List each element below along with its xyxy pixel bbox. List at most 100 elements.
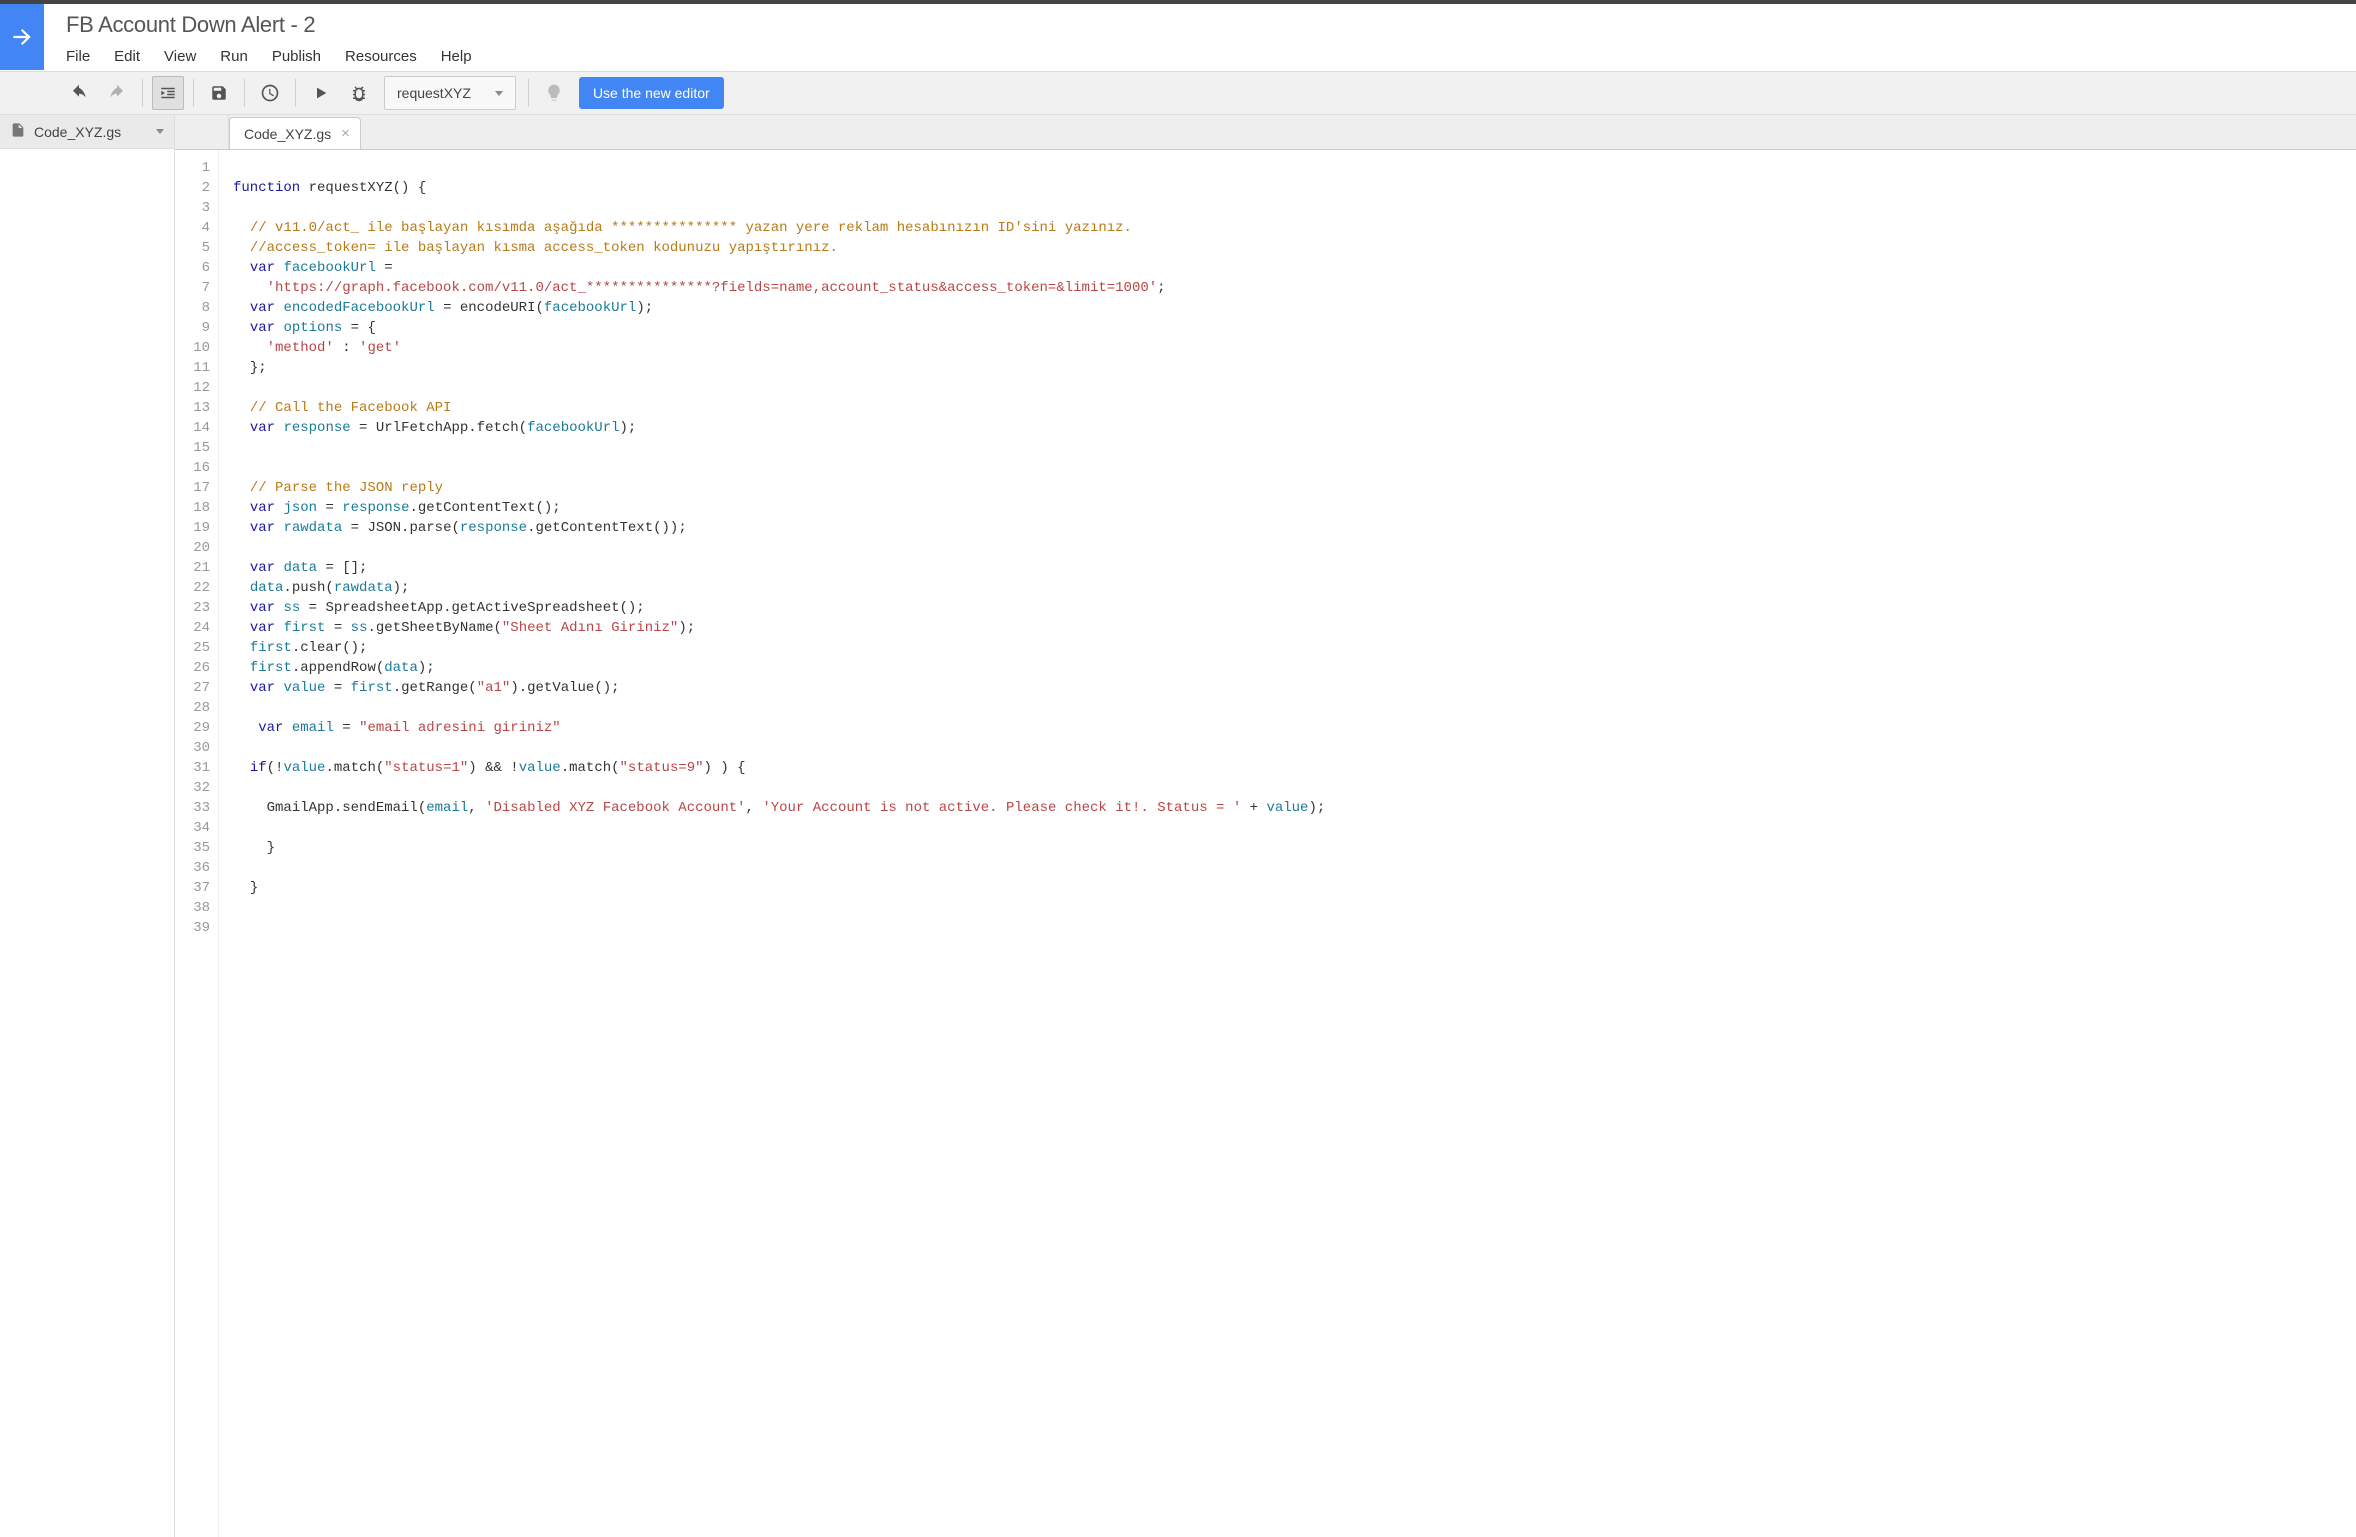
code-line[interactable]: }: [233, 838, 1325, 858]
code-line[interactable]: // Parse the JSON reply: [233, 478, 1325, 498]
code-line[interactable]: var rawdata = JSON.parse(response.getCon…: [233, 518, 1325, 538]
code-line[interactable]: };: [233, 358, 1325, 378]
code-line[interactable]: [233, 918, 1325, 938]
line-number: 31: [175, 758, 210, 778]
code-line[interactable]: 'https://graph.facebook.com/v11.0/act_**…: [233, 278, 1325, 298]
editor-tab[interactable]: Code_XYZ.gs ×: [229, 117, 361, 149]
close-icon[interactable]: ×: [341, 125, 350, 142]
code-line[interactable]: [233, 858, 1325, 878]
run-button[interactable]: [305, 76, 337, 110]
line-number: 18: [175, 498, 210, 518]
line-number: 15: [175, 438, 210, 458]
use-new-editor-button[interactable]: Use the new editor: [579, 77, 724, 109]
code-line[interactable]: [233, 458, 1325, 478]
header-content: FB Account Down Alert - 2 File Edit View…: [44, 4, 472, 71]
code-line[interactable]: var email = "email adresini giriniz": [233, 718, 1325, 738]
line-number: 7: [175, 278, 210, 298]
line-number: 2: [175, 178, 210, 198]
code-line[interactable]: [233, 898, 1325, 918]
indent-button[interactable]: [152, 76, 184, 110]
sidebar: Code_XYZ.gs: [0, 115, 175, 1537]
toolbar: requestXYZ Use the new editor: [0, 71, 2356, 115]
bulb-button[interactable]: [538, 76, 570, 110]
code-line[interactable]: first.appendRow(data);: [233, 658, 1325, 678]
code-line[interactable]: }: [233, 878, 1325, 898]
line-number: 22: [175, 578, 210, 598]
line-number: 16: [175, 458, 210, 478]
code-line[interactable]: [233, 198, 1325, 218]
code-line[interactable]: var value = first.getRange("a1").getValu…: [233, 678, 1325, 698]
play-icon: [313, 85, 329, 101]
menu-view[interactable]: View: [164, 48, 196, 65]
line-number: 28: [175, 698, 210, 718]
tab-bar: Code_XYZ.gs ×: [229, 115, 361, 149]
code-line[interactable]: var options = {: [233, 318, 1325, 338]
code-line[interactable]: var first = ss.getSheetByName("Sheet Adı…: [233, 618, 1325, 638]
chevron-down-icon[interactable]: [156, 129, 164, 134]
code-line[interactable]: var response = UrlFetchApp.fetch(faceboo…: [233, 418, 1325, 438]
code-line[interactable]: [233, 778, 1325, 798]
menu-publish[interactable]: Publish: [272, 48, 321, 65]
line-number: 10: [175, 338, 210, 358]
code-line[interactable]: [233, 158, 1325, 178]
main: Code_XYZ.gs Code_XYZ.gs × 12345678910111…: [0, 115, 2356, 1537]
line-number: 13: [175, 398, 210, 418]
line-number: 26: [175, 658, 210, 678]
chevron-down-icon: [495, 91, 503, 96]
code-line[interactable]: if(!value.match("status=1") && !value.ma…: [233, 758, 1325, 778]
menu-help[interactable]: Help: [441, 48, 472, 65]
code-line[interactable]: 'method' : 'get': [233, 338, 1325, 358]
code-line[interactable]: GmailApp.sendEmail(email, 'Disabled XYZ …: [233, 798, 1325, 818]
code-line[interactable]: [233, 438, 1325, 458]
code-line[interactable]: [233, 538, 1325, 558]
save-button[interactable]: [203, 76, 235, 110]
arrow-right-icon: [9, 24, 35, 50]
triggers-button[interactable]: [254, 76, 286, 110]
line-number: 37: [175, 878, 210, 898]
code-body[interactable]: function requestXYZ() { // v11.0/act_ il…: [219, 150, 1325, 1537]
code-line[interactable]: first.clear();: [233, 638, 1325, 658]
line-number: 34: [175, 818, 210, 838]
line-number: 3: [175, 198, 210, 218]
code-line[interactable]: var json = response.getContentText();: [233, 498, 1325, 518]
line-number: 38: [175, 898, 210, 918]
back-arrow-button[interactable]: [0, 4, 44, 70]
code-container[interactable]: 1234567891011121314151617181920212223242…: [175, 149, 2356, 1537]
bug-icon: [350, 84, 368, 102]
menu-edit[interactable]: Edit: [114, 48, 140, 65]
code-line[interactable]: // v11.0/act_ ile başlayan kısımda aşağı…: [233, 218, 1325, 238]
menu-run[interactable]: Run: [220, 48, 248, 65]
code-line[interactable]: var encodedFacebookUrl = encodeURI(faceb…: [233, 298, 1325, 318]
redo-button[interactable]: [101, 76, 133, 110]
line-number: 32: [175, 778, 210, 798]
sidebar-file-item[interactable]: Code_XYZ.gs: [0, 115, 174, 149]
function-select[interactable]: requestXYZ: [384, 76, 516, 110]
code-line[interactable]: var ss = SpreadsheetApp.getActiveSpreads…: [233, 598, 1325, 618]
code-line[interactable]: [233, 378, 1325, 398]
lightbulb-icon: [544, 83, 564, 103]
redo-icon: [108, 84, 126, 102]
code-line[interactable]: // Call the Facebook API: [233, 398, 1325, 418]
code-line[interactable]: [233, 818, 1325, 838]
menu-file[interactable]: File: [66, 48, 90, 65]
code-line[interactable]: [233, 698, 1325, 718]
line-number: 12: [175, 378, 210, 398]
line-number: 25: [175, 638, 210, 658]
line-number: 11: [175, 358, 210, 378]
undo-button[interactable]: [63, 76, 95, 110]
code-line[interactable]: [233, 738, 1325, 758]
menubar: File Edit View Run Publish Resources Hel…: [66, 48, 472, 71]
debug-button[interactable]: [343, 76, 375, 110]
line-number: 5: [175, 238, 210, 258]
line-number: 29: [175, 718, 210, 738]
line-number: 20: [175, 538, 210, 558]
project-title[interactable]: FB Account Down Alert - 2: [66, 12, 472, 38]
code-line[interactable]: var data = [];: [233, 558, 1325, 578]
code-line[interactable]: function requestXYZ() {: [233, 178, 1325, 198]
code-line[interactable]: data.push(rawdata);: [233, 578, 1325, 598]
line-number: 19: [175, 518, 210, 538]
editor-area: Code_XYZ.gs × 12345678910111213141516171…: [175, 115, 2356, 1537]
code-line[interactable]: var facebookUrl =: [233, 258, 1325, 278]
code-line[interactable]: //access_token= ile başlayan kısma acces…: [233, 238, 1325, 258]
menu-resources[interactable]: Resources: [345, 48, 417, 65]
